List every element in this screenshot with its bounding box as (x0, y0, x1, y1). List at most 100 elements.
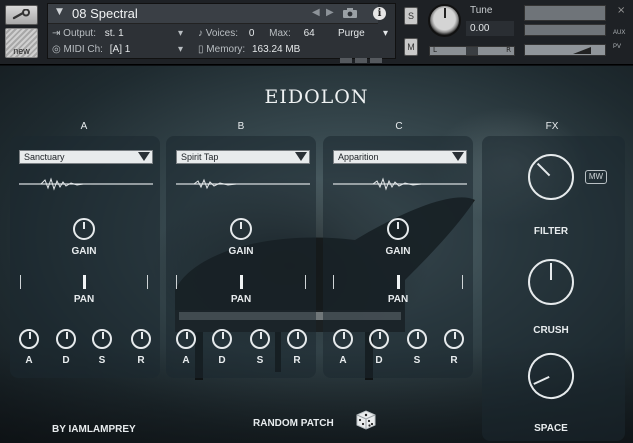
max-value[interactable]: 64 (304, 28, 315, 39)
pan-handle[interactable] (240, 275, 243, 289)
info-icon[interactable]: i (373, 7, 386, 20)
random-patch-label[interactable]: RANDOM PATCH (253, 418, 334, 429)
column-a-sustain-knob[interactable] (92, 329, 112, 349)
output-field[interactable]: ⇥ Output: st. 1 (52, 28, 124, 39)
column-a-release-knob[interactable] (131, 329, 151, 349)
voices-field: ♪ Voices: 0 Max: 64 (198, 28, 315, 39)
column-c-attack-knob[interactable] (333, 329, 353, 349)
purge-label: Purge (338, 28, 365, 39)
column-c-pan-slider[interactable] (333, 275, 463, 289)
column-a-label: A (80, 121, 88, 132)
column-c-decay-knob[interactable] (369, 329, 389, 349)
tune-label: Tune (470, 5, 493, 16)
new-label: new (13, 46, 30, 56)
column-b-decay-knob[interactable] (212, 329, 232, 349)
next-instrument-icon[interactable]: ▶ (326, 7, 334, 18)
output-value: st. 1 (104, 28, 124, 39)
column-a-pan-slider[interactable] (20, 275, 148, 289)
column-c-release-knob[interactable] (444, 329, 464, 349)
aux-label[interactable]: AUX (613, 30, 625, 36)
dropdown-arrow-icon (452, 152, 464, 161)
voices-label: Voices: (205, 28, 239, 39)
column-c-sustain-knob[interactable] (407, 329, 427, 349)
camera-icon[interactable] (342, 7, 358, 19)
crush-knob[interactable] (528, 259, 574, 305)
pan-slider[interactable]: L R (429, 46, 515, 56)
max-label: Max: (269, 28, 291, 39)
tune-knob[interactable] (428, 4, 461, 37)
collapse-caret-icon[interactable]: ▼ (56, 7, 63, 17)
column-a-decay-knob[interactable] (56, 329, 76, 349)
solo-button[interactable]: S (404, 7, 418, 25)
output-dropdown-icon[interactable]: ▾ (178, 28, 183, 39)
dropdown-arrow-icon (295, 152, 307, 161)
instrument-ui: EIDOLON A B C FX Sanctuary GAIN PAN A D … (0, 66, 633, 443)
mute-button[interactable]: M (404, 38, 418, 56)
level-meter-bottom (524, 24, 606, 36)
column-b-attack-knob[interactable] (176, 329, 196, 349)
memory-field: ▯ Memory: 163.24 MB (198, 44, 300, 55)
column-a-sustain-label: S (98, 355, 106, 366)
column-a-preset: Sanctuary (24, 152, 65, 162)
column-c-decay-label: D (375, 355, 383, 366)
output-label: Output: (63, 28, 96, 39)
midi-label: MIDI Ch: (63, 44, 103, 55)
pan-handle[interactable] (466, 47, 478, 55)
column-b-decay-label: D (218, 355, 226, 366)
close-icon[interactable]: × (617, 5, 625, 16)
midi-icon: ◎ (52, 44, 61, 55)
voices-icon: ♪ (198, 28, 203, 39)
column-c-preset-dropdown[interactable]: Apparition (333, 150, 467, 164)
pan-left-label: L (433, 46, 437, 54)
column-c-preset: Apparition (338, 152, 379, 162)
memory-label: Memory: (206, 44, 246, 55)
space-label: SPACE (534, 423, 568, 434)
instrument-name-row[interactable]: ▼ 08 Spectral ◀ ▶ (48, 4, 378, 24)
column-b-pan-label: PAN (230, 294, 252, 305)
mod-wheel-button[interactable]: MW (585, 170, 607, 184)
column-c-sustain-label: S (413, 355, 421, 366)
volume-slider[interactable] (524, 44, 606, 56)
column-a-preset-dropdown[interactable]: Sanctuary (19, 150, 153, 164)
instrument-header: new ▼ 08 Spectral ◀ ▶ i ⇥ Output: st. 1 … (0, 0, 633, 65)
purge-dropdown[interactable]: Purge ▾ (338, 28, 388, 39)
crush-label: CRUSH (533, 325, 569, 336)
memory-icon: ▯ (198, 44, 204, 55)
midi-field[interactable]: ◎ MIDI Ch: [A] 1 (52, 44, 130, 55)
purge-indicators (340, 48, 385, 67)
pan-right-label: R (506, 46, 511, 54)
midi-dropdown-icon[interactable]: ▾ (178, 44, 183, 55)
column-b-label: B (237, 121, 245, 132)
instrument-name: 08 Spectral (72, 6, 138, 21)
pan-handle[interactable] (397, 275, 400, 289)
column-a-attack-knob[interactable] (19, 329, 39, 349)
purge-dropdown-icon: ▾ (382, 28, 388, 39)
output-icon: ⇥ (52, 28, 61, 39)
level-meter-top (524, 5, 606, 21)
prev-instrument-icon[interactable]: ◀ (312, 7, 320, 18)
tune-value[interactable]: 0.00 (466, 21, 514, 36)
column-a-gain-knob[interactable] (73, 218, 95, 240)
column-b-preset-dropdown[interactable]: Spirit Tap (176, 150, 310, 164)
column-c-gain-knob[interactable] (387, 218, 409, 240)
dropdown-arrow-icon (138, 152, 150, 161)
column-b-release-label: R (293, 355, 301, 366)
new-button[interactable]: new (5, 28, 38, 58)
column-c-waveform (333, 177, 467, 191)
column-b-gain-label: GAIN (228, 246, 254, 257)
credit-text: BY IAMLAMPREY (52, 424, 136, 435)
column-a-waveform (19, 177, 153, 191)
column-b-pan-slider[interactable] (176, 275, 306, 289)
wrench-icon (12, 9, 30, 20)
pan-handle[interactable] (83, 275, 86, 289)
column-b-attack-label: A (182, 355, 190, 366)
wrench-button[interactable] (5, 5, 38, 25)
column-c-panel: Apparition GAIN PAN A D S R (323, 136, 473, 378)
dice-icon[interactable] (354, 408, 378, 432)
column-c-pan-label: PAN (387, 294, 409, 305)
column-b-gain-knob[interactable] (230, 218, 252, 240)
column-b-sustain-knob[interactable] (250, 329, 270, 349)
column-b-release-knob[interactable] (287, 329, 307, 349)
instrument-info-panel: ▼ 08 Spectral ◀ ▶ i ⇥ Output: st. 1 ▾ ◎ … (47, 3, 396, 63)
pv-label[interactable]: PV (613, 44, 621, 50)
